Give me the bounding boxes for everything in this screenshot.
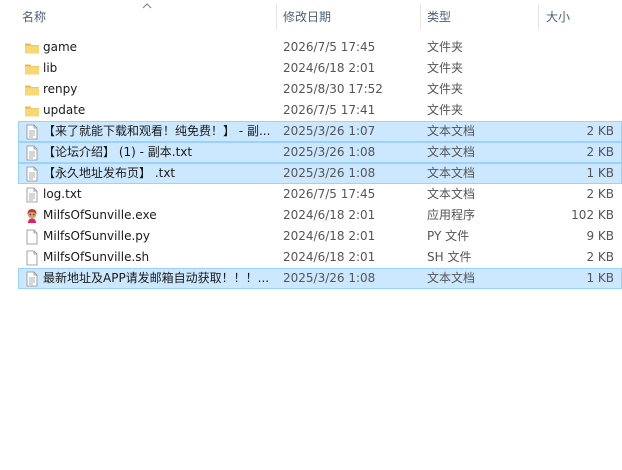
file-modified-date: 2024/6/18 2:01 [283,208,376,222]
file-size [539,38,614,57]
file-size: 2 KB [586,187,614,201]
folder-icon [24,61,40,77]
file-type: 应用程序 [427,208,476,222]
file-name: update [43,103,86,117]
file-row[interactable]: lib 2024/6/18 2:01 文件夹 [18,58,622,79]
file-type: 文本文档 [427,166,476,180]
file-type: 文本文档 [427,145,476,159]
column-header-date-label: 修改日期 [283,10,332,24]
file-name: game [43,40,78,54]
file-size: 2 KB [586,145,614,159]
file-modified-date: 2025/8/30 17:52 [283,82,383,96]
file-name: 【来了就能下载和观看！纯免费！】 - 副... [43,124,271,138]
file-size [539,80,614,99]
column-header-type[interactable]: 类型 [427,0,537,34]
file-modified-date: 2026/7/5 17:41 [283,103,376,117]
column-header-name[interactable]: 名称 [22,0,272,34]
file-name: MilfsOfSunville.exe [43,208,157,222]
column-divider[interactable] [420,4,421,30]
file-modified-date: 2025/3/26 1:08 [283,145,376,159]
file-modified-date: 2026/7/5 17:45 [283,40,376,54]
file-row[interactable]: MilfsOfSunville.sh 2024/6/18 2:01 SH 文件 2 K… [18,247,622,268]
file-modified-date: 2025/3/26 1:08 [283,271,376,285]
file-row[interactable]: MilfsOfSunville.py 2024/6/18 2:01 PY 文件 9 K… [18,226,622,247]
file-modified-date: 2025/3/26 1:08 [283,166,376,180]
file-name: 【论坛介绍】 (1) - 副本.txt [43,145,193,159]
file-list: game 2026/7/5 17:45 文件夹 lib 2024/6/18 2:01 文件… [18,37,622,289]
blank-file-icon [24,250,40,266]
file-type: 文件夹 [427,40,464,54]
column-header-size[interactable]: 大小 [546,0,616,34]
column-header-date[interactable]: 修改日期 [283,0,417,34]
file-name: 【永久地址发布页】 .txt [43,166,176,180]
file-name: renpy [43,82,78,96]
file-type: SH 文件 [427,250,472,264]
file-name: MilfsOfSunville.sh [43,250,150,264]
folder-icon [24,40,40,56]
file-row[interactable]: 【论坛介绍】 (1) - 副本.txt 2025/3/26 1:08 文本文档 2 K… [18,142,622,163]
file-row[interactable]: game 2026/7/5 17:45 文件夹 [18,37,622,58]
file-size [539,59,614,78]
file-size: 2 KB [586,124,614,138]
file-size: 1 KB [586,271,614,285]
file-type: 文件夹 [427,61,464,75]
file-row[interactable]: 【永久地址发布页】 .txt 2025/3/26 1:08 文本文档 1 KB [18,163,622,184]
file-row[interactable]: MilfsOfSunville.exe 2024/6/18 2:01 应用程序 102… [18,205,622,226]
file-type: PY 文件 [427,229,470,243]
text-file-icon [24,145,40,161]
column-header-type-label: 类型 [427,10,452,24]
file-type: 文本文档 [427,187,476,201]
file-explorer-window: 名称 修改日期 类型 大小 game 2026/7/5 17:45 文件夹 lib 20… [0,0,622,470]
file-size: 9 KB [586,229,614,243]
file-row[interactable]: update 2026/7/5 17:41 文件夹 [18,100,622,121]
file-size: 2 KB [586,250,614,264]
blank-file-icon [24,229,40,245]
folder-icon [24,82,40,98]
text-file-icon [24,124,40,140]
file-type: 文件夹 [427,82,464,96]
file-type: 文件夹 [427,103,464,117]
file-modified-date: 2024/6/18 2:01 [283,250,376,264]
file-name: MilfsOfSunville.py [43,229,151,243]
file-row[interactable]: renpy 2025/8/30 17:52 文件夹 [18,79,622,100]
file-modified-date: 2024/6/18 2:01 [283,229,376,243]
file-size [539,101,614,120]
file-size: 1 KB [586,166,614,180]
file-row[interactable]: 【来了就能下载和观看！纯免费！】 - 副... 2025/3/26 1:07 文本文… [18,121,622,142]
column-divider[interactable] [276,4,277,30]
file-type: 文本文档 [427,124,476,138]
file-row[interactable]: log.txt 2026/7/5 17:45 文本文档 2 KB [18,184,622,205]
text-file-icon [24,271,40,287]
file-name: 最新地址及APP请发邮箱自动获取！！！... [43,271,270,285]
text-file-icon [24,166,40,182]
file-name: log.txt [43,187,82,201]
file-name: lib [43,61,58,75]
text-file-icon [24,187,40,203]
folder-icon [24,103,40,119]
column-header-size-label: 大小 [546,10,571,24]
file-row[interactable]: 最新地址及APP请发邮箱自动获取！！！... 2025/3/26 1:08 文本文档… [18,268,622,289]
file-size: 102 KB [571,208,614,222]
file-modified-date: 2025/3/26 1:07 [283,124,376,138]
file-type: 文本文档 [427,271,476,285]
column-divider[interactable] [538,4,539,30]
exe-app-icon [24,208,40,224]
column-header-bar: 名称 修改日期 类型 大小 [0,0,622,34]
file-modified-date: 2024/6/18 2:01 [283,61,376,75]
column-header-name-label: 名称 [22,10,47,24]
file-modified-date: 2026/7/5 17:45 [283,187,376,201]
